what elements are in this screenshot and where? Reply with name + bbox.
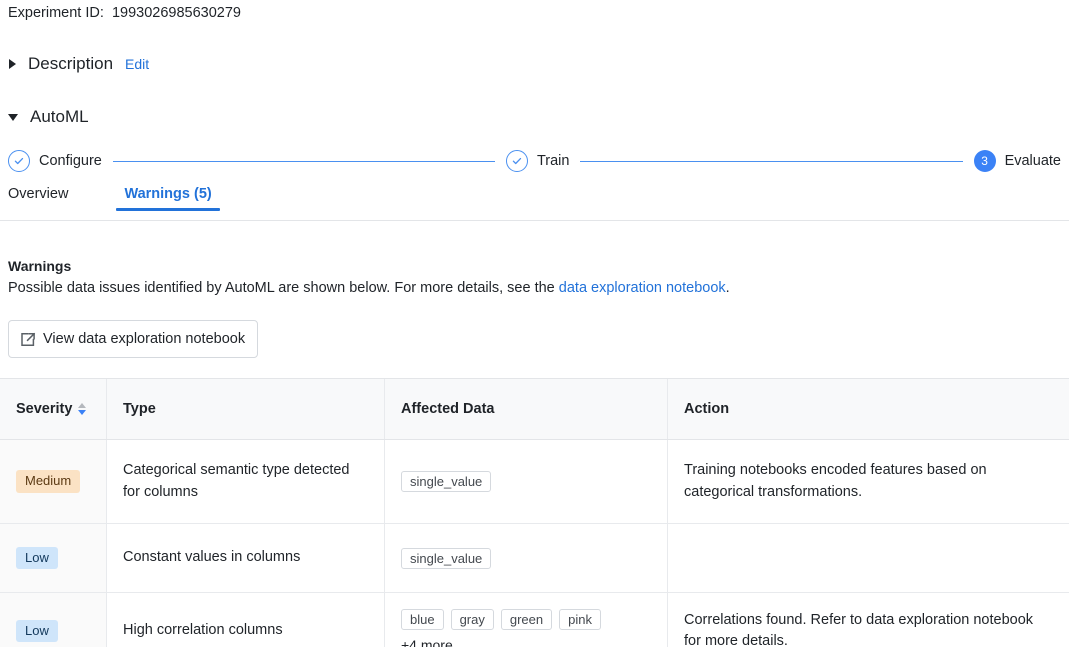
data-chip[interactable]: green: [500, 609, 553, 630]
data-chip[interactable]: single_value: [401, 471, 492, 492]
sort-descending-arrow-icon: [78, 410, 87, 415]
chevron-right-icon[interactable]: [9, 59, 16, 69]
step-connector-1: [112, 160, 495, 162]
warnings-description-text: Possible data issues identified by AutoM…: [8, 280, 559, 296]
step-evaluate-label: Evaluate: [1004, 153, 1061, 169]
section-automl[interactable]: AutoML: [8, 107, 89, 127]
check-circle-icon: [8, 150, 30, 172]
cell-action: Correlations found. Refer to data explor…: [684, 611, 1034, 647]
cell-action: Training notebooks encoded features base…: [684, 462, 987, 500]
experiment-id: Experiment ID: 1993026985630279: [8, 5, 241, 21]
data-exploration-notebook-link[interactable]: data exploration notebook: [559, 280, 726, 296]
warnings-description-suffix: .: [725, 280, 730, 296]
status-badge: Low: [16, 546, 58, 570]
step-train[interactable]: Train: [505, 150, 570, 172]
tab-warnings[interactable]: Warnings (5): [116, 186, 221, 211]
affected-data-chips: single_value: [401, 547, 492, 569]
cell-type: Constant values in columns: [107, 524, 385, 592]
tab-bar-divider: [0, 220, 1069, 221]
sort-ascending-arrow-icon: [78, 403, 87, 408]
tab-overview[interactable]: Overview: [8, 186, 68, 211]
table-body: Medium Categorical semantic type detecte…: [0, 440, 1069, 647]
step-train-label: Train: [536, 153, 570, 169]
view-data-exploration-notebook-button[interactable]: View data exploration notebook: [8, 320, 259, 358]
affected-data-chips: blue gray green pink +4 more: [401, 609, 651, 647]
table-row[interactable]: Low High correlation columns blue gray g…: [0, 593, 1069, 647]
data-chip[interactable]: single_value: [401, 547, 492, 569]
cell-type: Categorical semantic type detected for c…: [107, 440, 385, 523]
chevron-down-icon[interactable]: [8, 113, 18, 121]
table-header-row: Severity Type Affected Data Action: [0, 379, 1069, 440]
status-badge: Low: [16, 619, 58, 643]
step-configure-label: Configure: [39, 153, 102, 169]
data-chip[interactable]: blue: [401, 609, 444, 630]
warnings-description: Possible data issues identified by AutoM…: [8, 280, 730, 296]
step-connector-2: [580, 160, 963, 162]
data-chip[interactable]: pink: [559, 609, 601, 630]
external-link-icon: [20, 331, 37, 348]
edit-description-link[interactable]: Edit: [125, 56, 149, 72]
step-evaluate[interactable]: 3 Evaluate: [973, 150, 1061, 172]
warnings-table: Severity Type Affected Data Action Mediu…: [0, 378, 1069, 647]
more-chips-label[interactable]: +4 more: [401, 637, 453, 647]
check-circle-icon: [505, 150, 528, 172]
automl-warnings-page: Experiment ID: 1993026985630279 Descript…: [0, 0, 1069, 647]
section-automl-title: AutoML: [30, 107, 89, 126]
cell-severity: Low: [0, 524, 107, 592]
table-header: Severity Type Affected Data Action: [0, 379, 1069, 440]
cell-severity: Low: [0, 593, 107, 647]
section-description[interactable]: Description Edit: [8, 54, 149, 74]
column-header-type[interactable]: Type: [107, 379, 385, 439]
data-chip[interactable]: gray: [450, 609, 494, 630]
column-header-affected-data[interactable]: Affected Data: [385, 379, 668, 439]
sort-icon[interactable]: [78, 403, 87, 415]
cell-action: [668, 524, 1069, 592]
view-notebook-button-label: View data exploration notebook: [43, 331, 246, 347]
column-header-severity-label: Severity: [16, 401, 73, 417]
cell-affected-data: single_value: [385, 524, 668, 592]
status-badge: Medium: [16, 470, 81, 493]
automl-stepper: Configure Train 3 Evaluate: [8, 148, 1061, 174]
cell-severity: Medium: [0, 440, 107, 523]
column-header-action[interactable]: Action: [668, 379, 1069, 439]
table-row[interactable]: Medium Categorical semantic type detecte…: [0, 440, 1069, 524]
cell-type: High correlation columns: [107, 593, 385, 647]
tab-bar: Overview Warnings (5): [0, 186, 1069, 221]
section-description-title: Description: [28, 54, 114, 73]
table-row[interactable]: Low Constant values in columns single_va…: [0, 524, 1069, 593]
column-header-severity[interactable]: Severity: [0, 379, 107, 439]
cell-affected-data: blue gray green pink +4 more: [385, 593, 668, 647]
affected-data-chips: single_value: [401, 471, 492, 492]
step-number-badge: 3: [973, 150, 996, 172]
warnings-heading: Warnings: [8, 258, 72, 274]
step-configure[interactable]: Configure: [8, 150, 102, 172]
cell-affected-data: single_value: [385, 440, 668, 523]
